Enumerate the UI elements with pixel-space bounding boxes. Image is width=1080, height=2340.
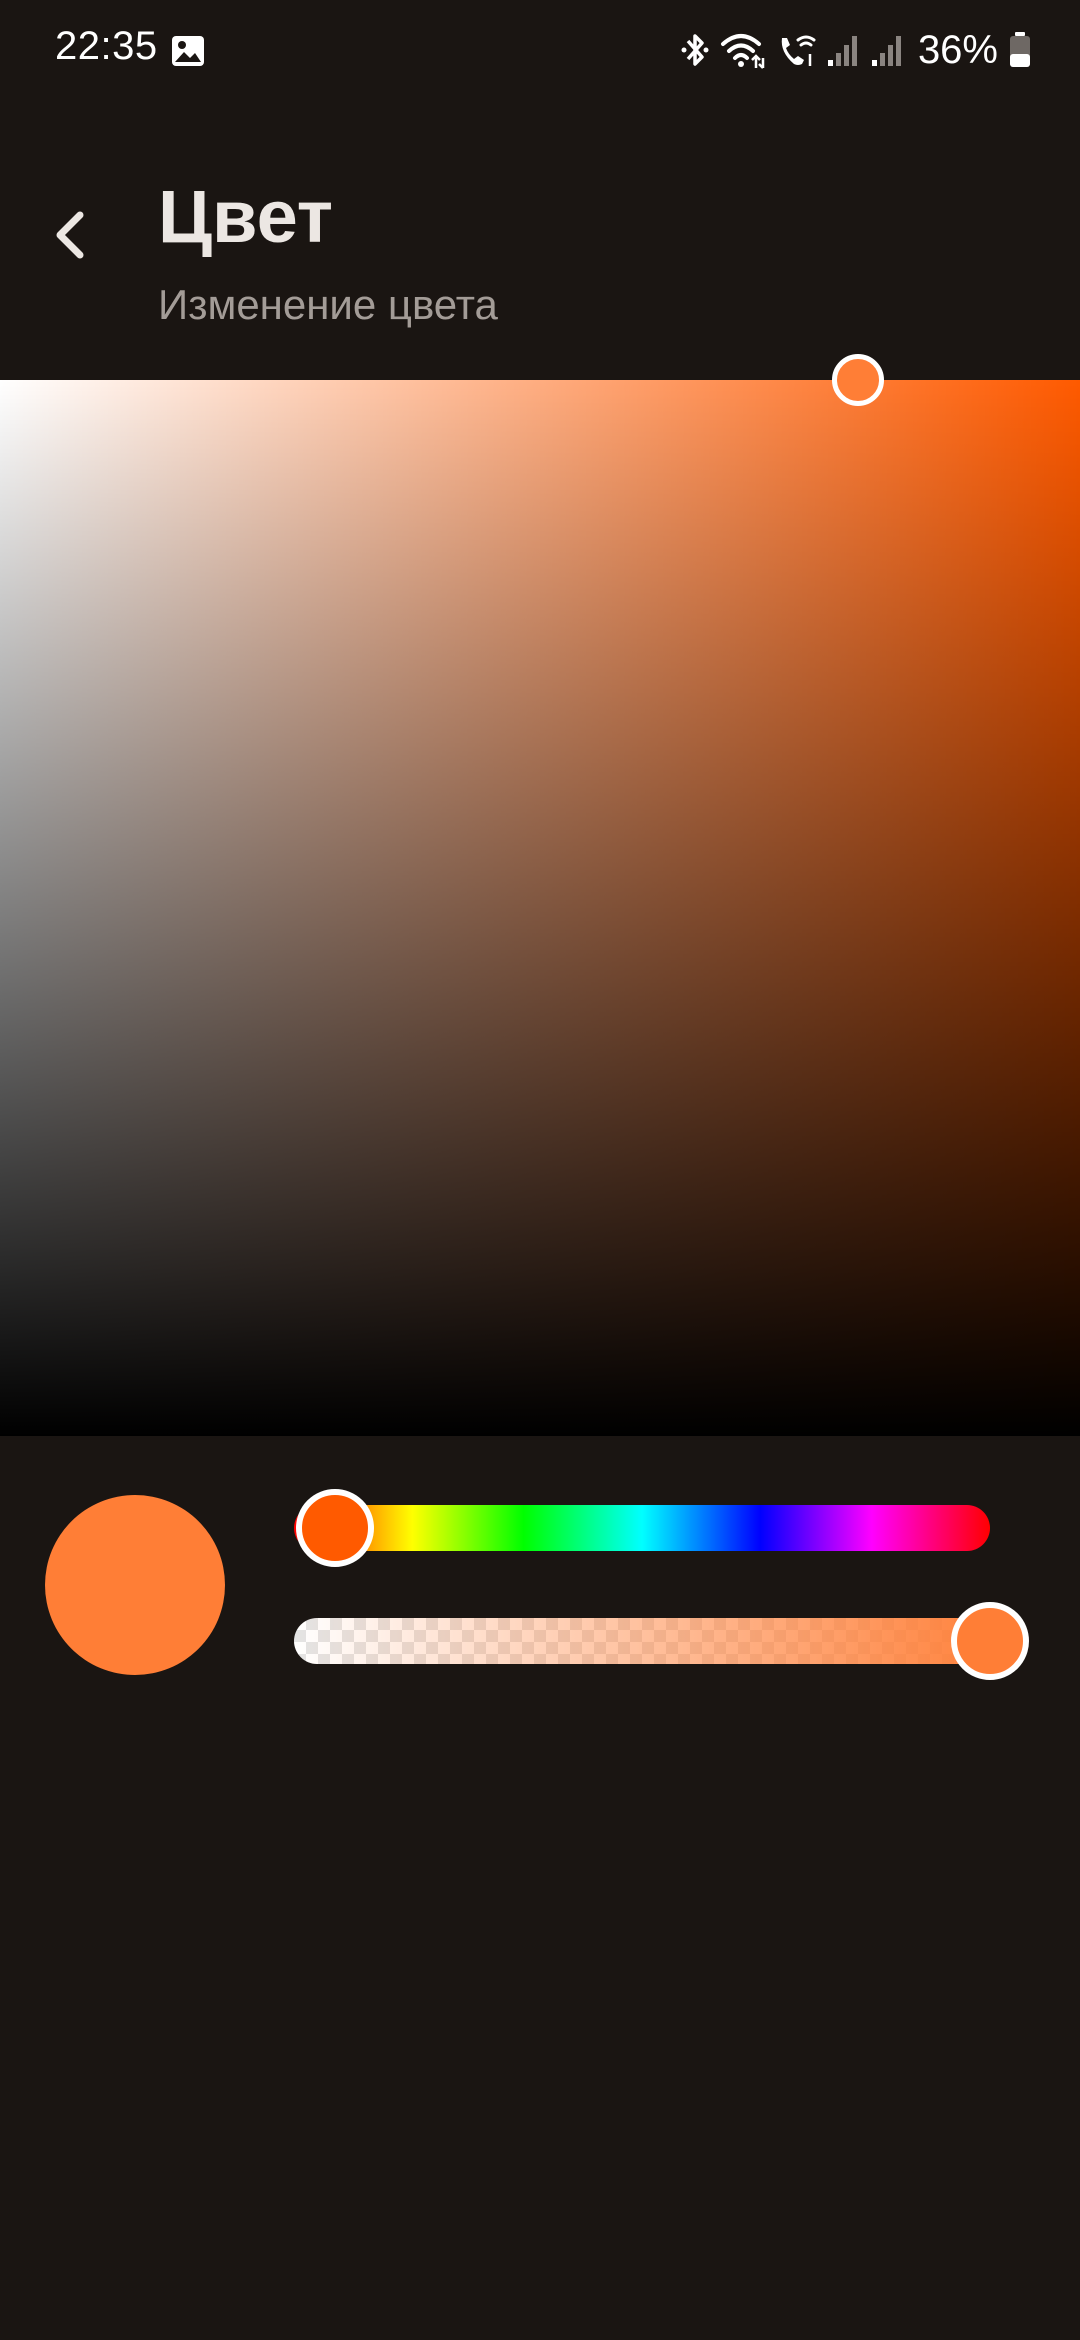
opacity-gradient	[294, 1618, 1014, 1664]
color-screen: 22:35 36% Цвет Изменение цвета	[0, 0, 1080, 2340]
back-button[interactable]	[40, 200, 100, 274]
gallery-icon	[170, 34, 206, 68]
battery-percent: 36%	[917, 27, 998, 72]
hue-slider[interactable]	[294, 1505, 990, 1551]
page-subtitle: Изменение цвета	[158, 281, 498, 328]
signal-icon	[826, 32, 860, 68]
page-title: Цвет	[158, 175, 333, 258]
status-icons: 36%	[680, 22, 1032, 78]
status-time: 22:35	[55, 24, 158, 68]
color-preview-swatch	[45, 1495, 225, 1675]
battery-icon	[1008, 31, 1032, 69]
opacity-slider[interactable]	[294, 1618, 1014, 1664]
wifi-calling-icon	[776, 30, 816, 70]
opacity-slider-thumb[interactable]	[951, 1602, 1029, 1680]
wifi-icon	[720, 30, 766, 70]
chevron-left-icon	[50, 209, 90, 266]
saturation-value-picker[interactable]	[0, 380, 1080, 1436]
status-bar: 22:35 36%	[0, 0, 1080, 100]
saturation-value-thumb[interactable]	[832, 354, 884, 406]
hue-slider-thumb[interactable]	[296, 1489, 374, 1567]
bluetooth-icon	[680, 31, 710, 69]
signal-icon	[870, 32, 904, 68]
